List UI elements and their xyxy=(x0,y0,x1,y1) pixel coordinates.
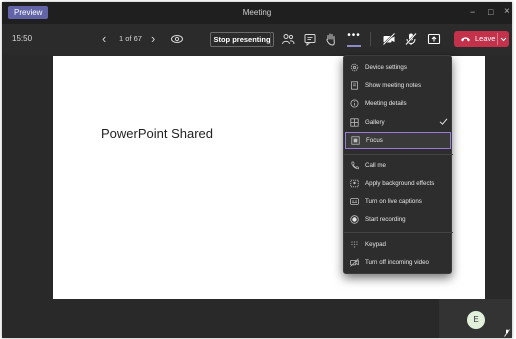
slide-counter: 1 of 67 xyxy=(119,34,142,43)
more-actions-button[interactable]: ••• xyxy=(345,30,363,48)
menu-item-label: Turn on live captions xyxy=(365,198,422,205)
menu-item-call-me[interactable]: Call me xyxy=(344,157,453,174)
minimize-button[interactable]: − xyxy=(470,6,475,18)
close-button[interactable]: × xyxy=(504,6,510,18)
menu-item-label: Focus xyxy=(366,137,383,144)
teams-meeting-window: Preview Meeting − □ × 15:50 ‹ 1 of 67 › … xyxy=(2,2,512,338)
menu-item-apply-background-effects[interactable]: Apply background effects xyxy=(344,175,453,192)
notes-icon xyxy=(351,81,358,90)
camera-off-icon[interactable] xyxy=(382,32,396,46)
menu-item-label: Gallery xyxy=(365,119,385,126)
phone-icon xyxy=(461,37,470,42)
keypad-icon xyxy=(351,241,358,248)
window-title: Meeting xyxy=(242,8,272,17)
menu-item-label: Apply background effects xyxy=(365,180,435,187)
next-slide-button[interactable]: › xyxy=(151,24,155,54)
menu-item-label: Meeting details xyxy=(365,100,407,107)
mic-off-icon[interactable] xyxy=(404,32,418,46)
background-effects-icon xyxy=(350,179,359,188)
people-icon[interactable] xyxy=(281,32,295,46)
eye-icon[interactable] xyxy=(170,32,184,46)
menu-separator xyxy=(344,232,453,233)
menu-item-device-settings[interactable]: Device settings xyxy=(344,59,453,76)
menu-separator xyxy=(344,154,453,155)
chevron-down-icon[interactable] xyxy=(500,37,507,42)
meeting-timer: 15:50 xyxy=(12,34,33,43)
menu-item-label: Show meeting notes xyxy=(365,82,422,89)
menu-item-show-meeting-notes[interactable]: Show meeting notes xyxy=(344,77,453,94)
record-icon xyxy=(350,215,359,224)
leave-divider xyxy=(497,33,498,45)
avatar: E xyxy=(467,311,485,329)
phone-icon xyxy=(351,161,359,170)
toolbar-divider xyxy=(370,32,371,46)
raise-hand-icon[interactable] xyxy=(324,32,338,46)
share-icon[interactable] xyxy=(427,32,441,46)
info-icon xyxy=(350,99,359,108)
chat-icon[interactable] xyxy=(303,32,317,46)
leave-label: Leave xyxy=(475,34,496,43)
previous-slide-button[interactable]: ‹ xyxy=(102,24,106,54)
maximize-button[interactable]: □ xyxy=(488,6,493,18)
leave-button[interactable]: Leave xyxy=(454,31,509,47)
menu-item-label: Device settings xyxy=(365,64,407,71)
mic-off-icon xyxy=(504,329,510,337)
focus-icon xyxy=(351,136,360,145)
menu-item-start-recording[interactable]: Start recording xyxy=(344,211,453,228)
menu-item-focus[interactable]: Focus xyxy=(345,132,451,149)
menu-item-meeting-details[interactable]: Meeting details xyxy=(344,95,453,112)
video-off-icon xyxy=(350,258,359,267)
menu-item-turn-off-incoming-video[interactable]: Turn off incoming video xyxy=(344,254,453,271)
more-actions-menu: Device settings Show meeting notes Meeti… xyxy=(343,55,453,274)
gear-icon xyxy=(350,63,359,72)
gallery-icon xyxy=(350,118,359,127)
menu-item-gallery[interactable]: Gallery xyxy=(344,114,453,131)
captions-icon xyxy=(350,198,359,205)
slide-title: PowerPoint Shared xyxy=(101,126,214,141)
title-bar: Preview Meeting − □ × xyxy=(2,2,512,24)
toolbar-divider xyxy=(270,32,271,46)
menu-item-turn-on-live-captions[interactable]: Turn on live captions xyxy=(344,193,453,210)
checkmark-icon xyxy=(439,118,448,125)
menu-item-label: Call me xyxy=(365,162,386,169)
menu-item-label: Keypad xyxy=(365,241,386,248)
stop-presenting-button[interactable]: Stop presenting xyxy=(210,32,274,47)
meeting-toolbar: 15:50 ‹ 1 of 67 › Stop presenting ••• Le… xyxy=(2,24,512,54)
menu-item-label: Start recording xyxy=(365,216,406,223)
menu-item-keypad[interactable]: Keypad xyxy=(344,236,453,253)
menu-item-label: Turn off incoming video xyxy=(365,259,429,266)
self-view-tile[interactable]: E xyxy=(439,299,512,338)
